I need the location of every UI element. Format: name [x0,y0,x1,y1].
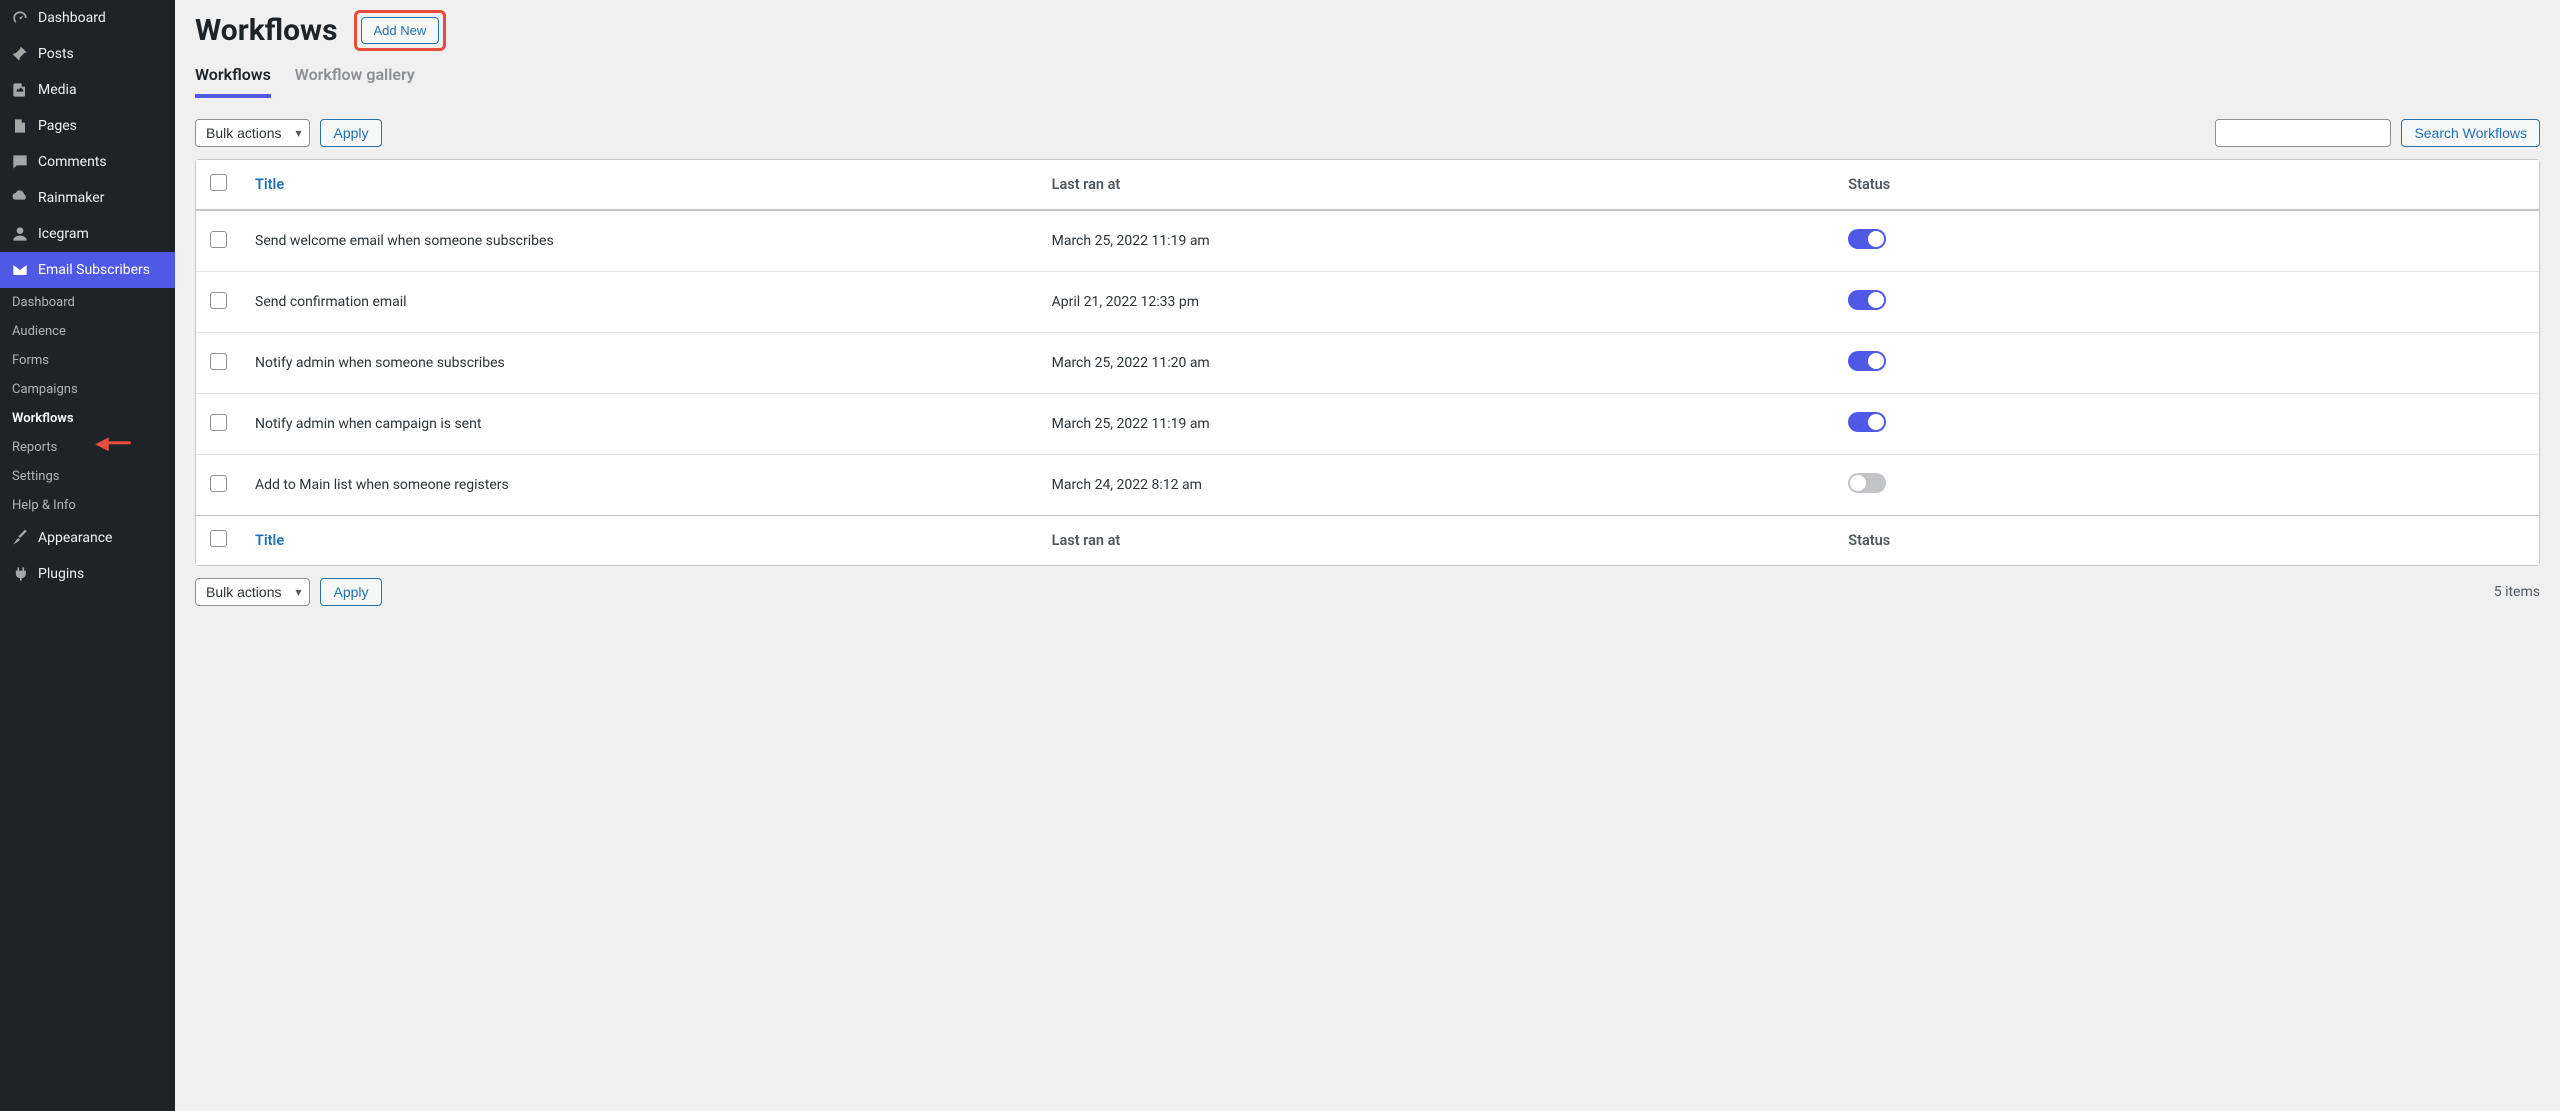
nav-rainmaker[interactable]: Rainmaker [0,180,175,216]
nav-comments[interactable]: Comments [0,144,175,180]
sub-forms[interactable]: Forms [0,346,175,375]
submenu: Dashboard Audience Forms Campaigns Workf… [0,288,175,520]
tab-gallery[interactable]: Workflow gallery [295,59,415,98]
nav-media[interactable]: Media [0,72,175,108]
sub-settings[interactable]: Settings [0,462,175,491]
sub-workflows[interactable]: Workflows [0,404,175,433]
row-checkbox[interactable] [210,231,227,248]
comment-icon [10,152,30,172]
workflows-table: Title Last ran at Status Send welcome em… [195,159,2540,566]
nav-label: Appearance [38,530,112,546]
row-date: March 25, 2022 11:19 am [1038,210,1835,271]
table-row: Notify admin when campaign is sent March… [196,393,2539,454]
nav-label: Rainmaker [38,190,104,206]
sub-campaigns[interactable]: Campaigns [0,375,175,404]
sub-dashboard[interactable]: Dashboard [0,288,175,317]
nav-plugins[interactable]: Plugins [0,556,175,592]
search-input[interactable] [2215,119,2391,147]
cloud-icon [10,188,30,208]
row-title[interactable]: Send confirmation email [241,271,1038,332]
admin-sidebar: Dashboard Posts Media Pages Comments Rai… [0,0,175,1111]
sub-help[interactable]: Help & Info [0,491,175,520]
add-new-button[interactable]: Add New [361,17,440,44]
col-status-foot: Status [1834,515,2539,565]
page-title: Workflows [195,13,338,48]
plug-icon [10,564,30,584]
nav-label: Icegram [38,226,89,242]
nav-email-subscribers[interactable]: Email Subscribers [0,252,175,288]
nav-posts[interactable]: Posts [0,36,175,72]
nav-pages[interactable]: Pages [0,108,175,144]
items-count: 5 items [2494,584,2540,600]
nav-label: Posts [38,46,74,62]
col-last-ran: Last ran at [1038,160,1835,210]
nav-label: Pages [38,118,77,134]
nav-appearance[interactable]: Appearance [0,520,175,556]
bulk-actions-select-bottom[interactable]: Bulk actions [195,578,310,606]
tab-workflows[interactable]: Workflows [195,59,271,98]
row-date: April 21, 2022 12:33 pm [1038,271,1835,332]
row-checkbox[interactable] [210,292,227,309]
status-toggle[interactable] [1848,351,1886,371]
row-title[interactable]: Notify admin when someone subscribes [241,332,1038,393]
media-icon [10,80,30,100]
row-title[interactable]: Send welcome email when someone subscrib… [241,210,1038,271]
gauge-icon [10,8,30,28]
row-date: March 24, 2022 8:12 am [1038,454,1835,515]
brush-icon [10,528,30,548]
table-row: Send confirmation email April 21, 2022 1… [196,271,2539,332]
row-checkbox[interactable] [210,353,227,370]
row-date: March 25, 2022 11:20 am [1038,332,1835,393]
nav-label: Plugins [38,566,84,582]
row-date: March 25, 2022 11:19 am [1038,393,1835,454]
bulk-actions-select[interactable]: Bulk actions [195,119,310,147]
table-row: Add to Main list when someone registers … [196,454,2539,515]
row-title[interactable]: Add to Main list when someone registers [241,454,1038,515]
col-last-ran-foot: Last ran at [1038,515,1835,565]
apply-button-top[interactable]: Apply [320,119,381,147]
row-title[interactable]: Notify admin when campaign is sent [241,393,1038,454]
nav-label: Media [38,82,77,98]
user-icon [10,224,30,244]
nav-dashboard[interactable]: Dashboard [0,0,175,36]
select-all-checkbox-bottom[interactable] [210,530,227,547]
pin-icon [10,44,30,64]
sub-reports[interactable]: Reports [0,433,175,462]
status-toggle[interactable] [1848,290,1886,310]
nav-label: Email Subscribers [38,262,150,278]
nav-icegram[interactable]: Icegram [0,216,175,252]
apply-button-bottom[interactable]: Apply [320,578,381,606]
main-content: Workflows Add New Workflows Workflow gal… [175,0,2560,1111]
row-checkbox[interactable] [210,475,227,492]
arrow-annotation-icon: ◀━━ [95,433,131,454]
status-toggle[interactable] [1848,412,1886,432]
mail-icon [10,260,30,280]
col-status: Status [1834,160,2539,210]
col-title[interactable]: Title [241,160,1038,210]
nav-label: Dashboard [38,10,106,26]
tabs: Workflows Workflow gallery [195,59,2540,99]
page-icon [10,116,30,136]
highlight-annotation: Add New [354,10,447,51]
row-checkbox[interactable] [210,414,227,431]
status-toggle[interactable] [1848,473,1886,493]
nav-label: Comments [38,154,107,170]
col-title-foot[interactable]: Title [241,515,1038,565]
status-toggle[interactable] [1848,229,1886,249]
search-button[interactable]: Search Workflows [2401,119,2540,147]
select-all-checkbox[interactable] [210,174,227,191]
table-row: Notify admin when someone subscribes Mar… [196,332,2539,393]
table-row: Send welcome email when someone subscrib… [196,210,2539,271]
sub-audience[interactable]: Audience [0,317,175,346]
